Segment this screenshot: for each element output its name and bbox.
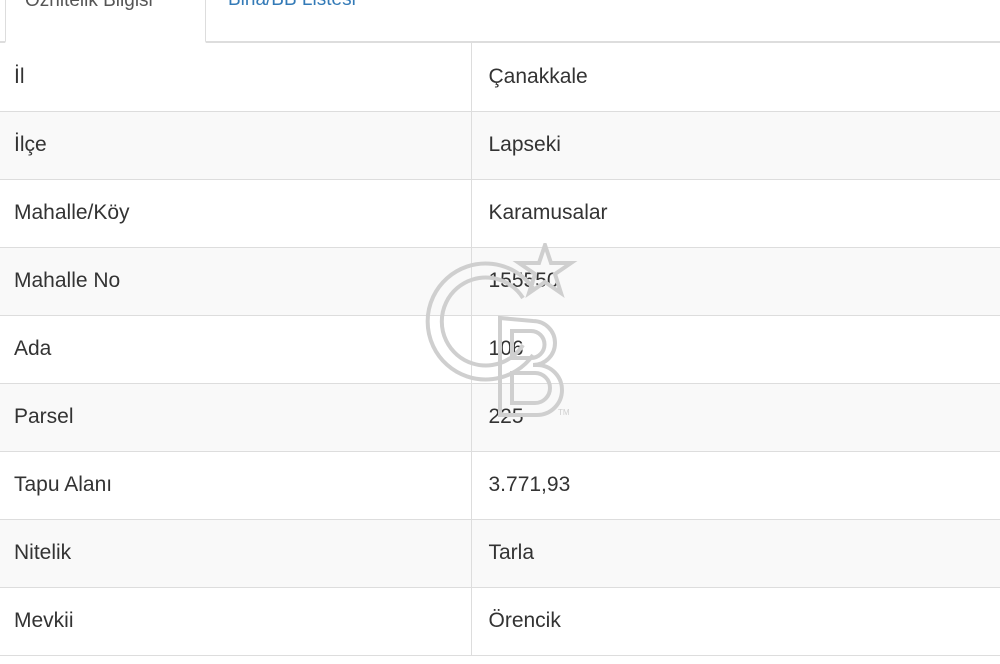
attribute-value: 225 xyxy=(470,383,1000,452)
attribute-value: Karamusalar xyxy=(470,179,1000,248)
tab-building-list[interactable]: Bina/BB Listesi xyxy=(206,0,406,43)
table-row: İl Çanakkale xyxy=(0,43,1000,112)
attribute-label: İlçe xyxy=(0,111,471,180)
attribute-value: Tarla xyxy=(470,519,1000,588)
tab-bar: Öznitelik Bilgisi Bina/BB Listesi xyxy=(0,0,1000,43)
table-row: Mahalle/Köy Karamusalar xyxy=(0,179,1000,248)
tab-attribute-info[interactable]: Öznitelik Bilgisi xyxy=(5,0,206,43)
attribute-table: İl Çanakkale İlçe Lapseki Mahalle/Köy Ka… xyxy=(0,43,1000,656)
attribute-label: Tapu Alanı xyxy=(0,451,471,520)
attribute-label: Mahalle/Köy xyxy=(0,179,471,248)
attribute-value: 3.771,93 xyxy=(470,451,1000,520)
attribute-value: Lapseki xyxy=(470,111,1000,180)
table-row: Ada 106 xyxy=(0,315,1000,384)
attribute-label: Mevkii xyxy=(0,587,471,656)
attribute-value: Çanakkale xyxy=(470,43,1000,112)
tab-attribute-info-label: Öznitelik Bilgisi xyxy=(25,0,153,11)
table-row: Tapu Alanı 3.771,93 xyxy=(0,451,1000,520)
attribute-label: Mahalle No xyxy=(0,247,471,316)
attribute-label: Parsel xyxy=(0,383,471,452)
attribute-value: 155550 xyxy=(470,247,1000,316)
attribute-value: 106 xyxy=(470,315,1000,384)
table-row: İlçe Lapseki xyxy=(0,111,1000,180)
table-row: Nitelik Tarla xyxy=(0,519,1000,588)
table-row: Mevkii Örencik xyxy=(0,587,1000,656)
table-row: Parsel 225 xyxy=(0,383,1000,452)
table-row: Mahalle No 155550 xyxy=(0,247,1000,316)
attribute-label: Nitelik xyxy=(0,519,471,588)
attribute-label: Ada xyxy=(0,315,471,384)
attribute-label: İl xyxy=(0,43,471,112)
attribute-value: Örencik xyxy=(470,587,1000,656)
tab-building-list-label: Bina/BB Listesi xyxy=(228,0,406,12)
